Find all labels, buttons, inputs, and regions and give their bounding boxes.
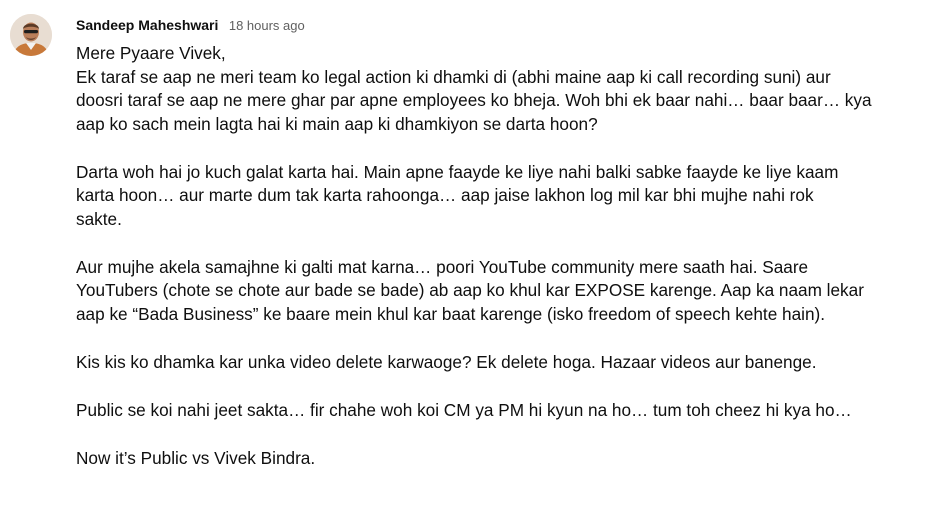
comment-line: Aur mujhe akela samajhne ki galti mat ka… [76,256,809,277]
author-name[interactable]: Sandeep Maheshwari [76,17,218,33]
comment-line: YouTubers (chote se chote aur bade se ba… [76,280,864,300]
comment-header: Sandeep Maheshwari 18 hours ago [76,15,305,36]
comment-line: Ek taraf se aap ne meri team ko legal ac… [76,66,831,87]
comment-line: Kis kis ko dhamka kar unka video delete … [76,351,817,372]
comment-line: doosri taraf se aap ne mere ghar par apn… [76,90,872,110]
comment-paragraph: Aur mujhe akela samajhne ki galti mat ka… [76,256,945,327]
comment-line: aap ke “Bada Business” ke baare mein khu… [76,303,826,324]
comment-line: sakte. [76,208,122,229]
comment-line: Now it’s Public vs Vivek Bindra. [76,447,316,468]
author-avatar[interactable] [10,14,52,56]
comment-timestamp[interactable]: 18 hours ago [229,18,305,33]
comment-line: karta hoon… aur marte dum tak karta raho… [76,185,814,205]
comment-line: Darta woh hai jo kuch galat karta hai. M… [76,161,839,182]
comment-paragraph: Darta woh hai jo kuch galat karta hai. M… [76,161,945,232]
comment-line: aap ko sach mein lagta hai ki main aap k… [76,113,598,134]
comment-line: Mere Pyaare Vivek, [76,43,226,63]
user-avatar-icon [10,14,52,56]
comment-paragraph: Mere Pyaare Vivek, Ek taraf se aap ne me… [76,42,945,136]
comment-paragraph: Kis kis ko dhamka kar unka video delete … [76,351,945,375]
comment-line: Public se koi nahi jeet sakta… fir chahe… [76,399,852,420]
comment-paragraph: Public se koi nahi jeet sakta… fir chahe… [76,399,945,423]
comment-body: Mere Pyaare Vivek, Ek taraf se aap ne me… [76,42,945,470]
comment-thread: Sandeep Maheshwari 18 hours ago Mere Pya… [0,0,945,517]
comment-paragraph: Now it’s Public vs Vivek Bindra. [76,447,945,471]
